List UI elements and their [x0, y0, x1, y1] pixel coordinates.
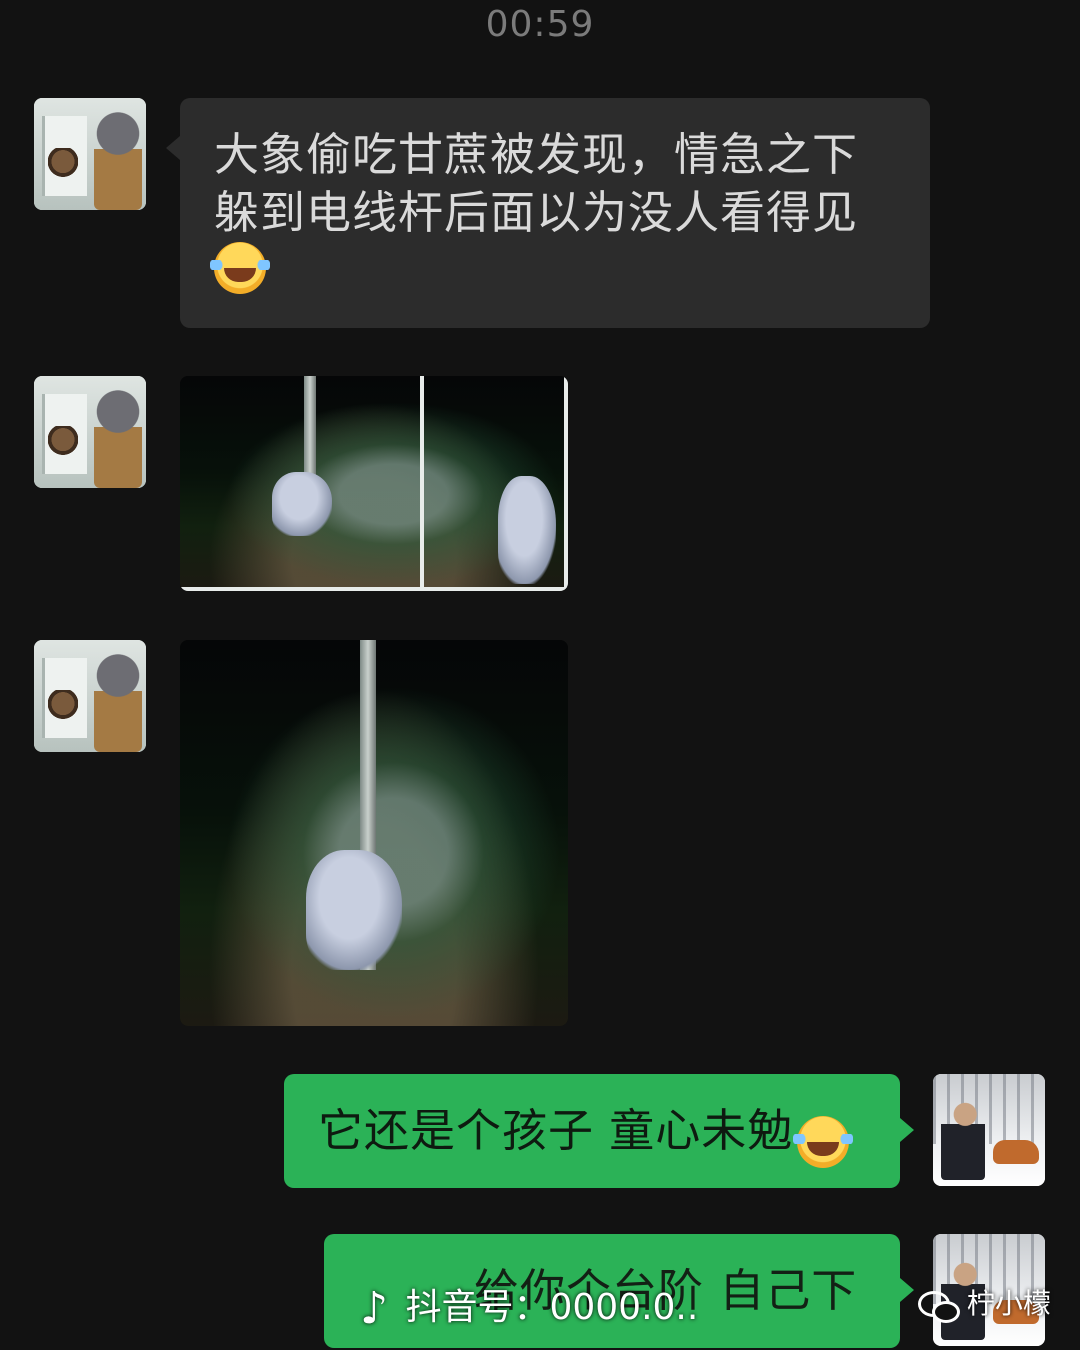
tiktok-watermark: 抖音号：0000.0..: [360, 1278, 699, 1334]
tiktok-id-label: 抖音号：0000.0..: [405, 1287, 699, 1328]
message-bubble-received[interactable]: 大象偷吃甘蔗被发现，情急之下躲到电线杆后面以为没人看得见: [166, 98, 930, 328]
message-text: 它还是个孩子 童心未勉: [318, 1104, 794, 1157]
tiktok-icon: [360, 1283, 394, 1334]
contact-avatar[interactable]: [34, 376, 146, 488]
joy-emoji-icon: [210, 242, 270, 294]
status-time: 00:59: [485, 4, 595, 45]
contact-avatar[interactable]: [34, 640, 146, 752]
message-bubble-sent[interactable]: 它还是个孩子 童心未勉: [284, 1074, 914, 1188]
contact-avatar[interactable]: [34, 98, 146, 210]
message-image[interactable]: [180, 640, 568, 1026]
user-avatar[interactable]: [933, 1074, 1045, 1186]
wechat-account-label: 柠小檬: [966, 1287, 1051, 1320]
wechat-watermark: 柠小檬: [918, 1282, 1051, 1323]
message-image[interactable]: [180, 376, 568, 591]
joy-emoji-icon: [793, 1115, 854, 1168]
message-text: 大象偷吃甘蔗被发现，情急之下躲到电线杆后面以为没人看得见: [214, 128, 859, 239]
wechat-icon: [918, 1289, 960, 1323]
